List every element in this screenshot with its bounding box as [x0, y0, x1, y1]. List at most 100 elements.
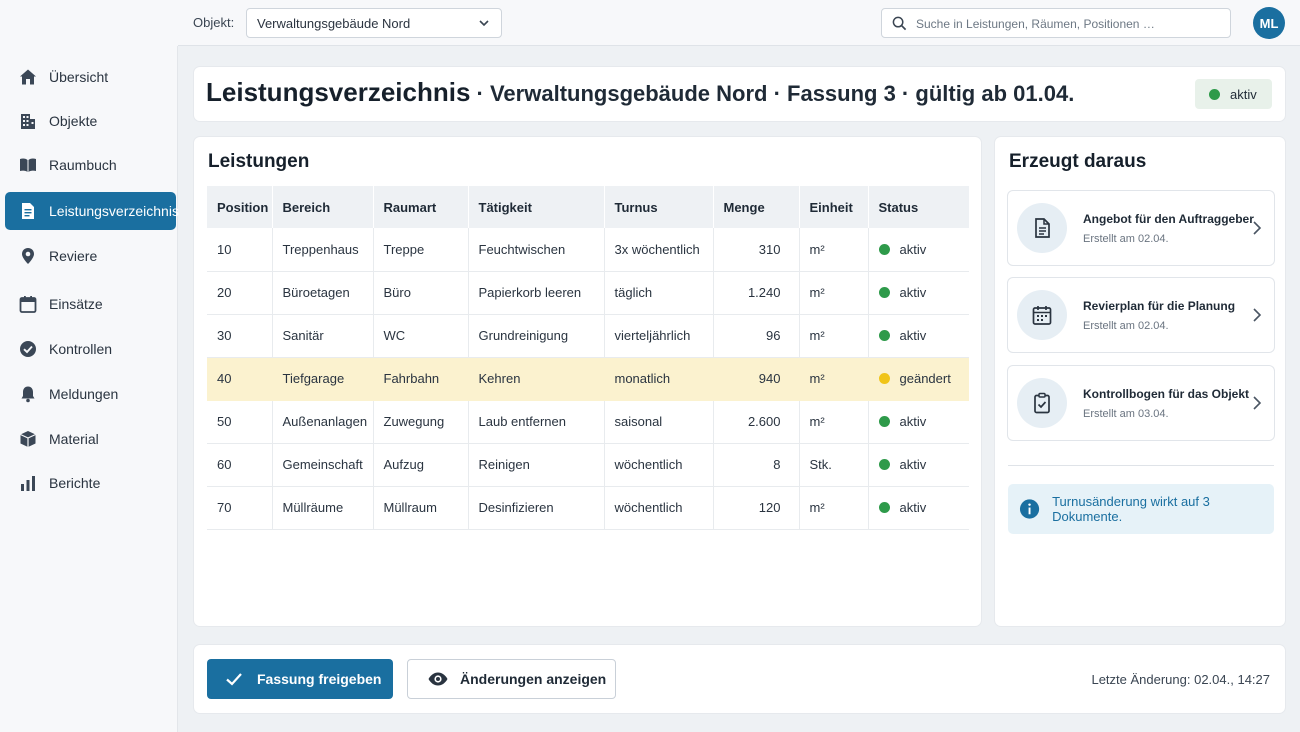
cell-taetigkeit: Feuchtwischen: [468, 228, 605, 272]
column-header-einheit[interactable]: Einheit: [799, 186, 869, 228]
release-version-button[interactable]: Fassung freigeben: [207, 659, 393, 699]
sidebar-item-meldungen[interactable]: Meldungen: [5, 375, 176, 413]
generated-document-revierplan[interactable]: Revierplan für die Planung Erstellt am 0…: [1008, 278, 1274, 352]
table-row[interactable]: 20 Büroetagen Büro Papierkorb leeren täglich…: [207, 271, 969, 315]
document-date: Erstellt am 03.04.: [1083, 408, 1169, 420]
table-row[interactable]: 50 Außenanlagen Zuwegung Laub entfernen sais…: [207, 400, 969, 444]
status-dot: [878, 287, 890, 298]
sidebar: Übersicht Objekte Raumbuch Leistungsverz…: [0, 46, 179, 732]
column-header-position[interactable]: Position: [207, 186, 273, 228]
table-row[interactable]: 10 Treppenhaus Treppe Feuchtwischen 3x wöche…: [207, 228, 969, 272]
building-icon: [18, 111, 38, 131]
table-row[interactable]: 40 Tiefgarage Fahrbahn Kehren monatlich 940 m²…: [207, 357, 969, 401]
cell-status: aktiv: [868, 400, 969, 444]
document-title: Angebot für den Auftraggeber: [1083, 212, 1254, 226]
cell-raumart: Aufzug: [373, 443, 469, 487]
document-icon: [18, 201, 38, 221]
column-header-status[interactable]: Status: [868, 186, 969, 228]
cell-einheit: m²: [799, 400, 869, 444]
sidebar-item-einsaetze[interactable]: Einsätze: [5, 285, 176, 323]
column-header-taetigkeit[interactable]: Tätigkeit: [468, 186, 605, 228]
status-label: aktiv: [899, 457, 927, 472]
cell-menge: 96: [713, 314, 800, 358]
table-row[interactable]: 60 Gemeinschaft Aufzug Reinigen wöchentlich 8…: [207, 443, 969, 487]
cell-einheit: m²: [799, 228, 869, 272]
bar-chart-icon: [18, 473, 38, 493]
column-header-turnus[interactable]: Turnus: [604, 186, 714, 228]
location-pin-icon: [18, 246, 38, 266]
check-circle-icon: [18, 339, 38, 359]
cell-menge: 940: [713, 357, 800, 401]
cell-menge: 310: [713, 228, 800, 272]
cell-bereich: Büroetagen: [272, 271, 374, 315]
show-changes-button[interactable]: Änderungen anzeigen: [407, 659, 616, 699]
cell-taetigkeit: Kehren: [468, 357, 605, 401]
column-header-menge[interactable]: Menge: [713, 186, 800, 228]
cell-raumart: Treppe: [373, 228, 469, 272]
cell-raumart: Fahrbahn: [373, 357, 469, 401]
cell-einheit: m²: [799, 357, 869, 401]
generated-card: Erzeugt daraus Angebot für den Auftragge…: [995, 137, 1285, 626]
cell-bereich: Tiefgarage: [272, 357, 374, 401]
status-dot: [878, 502, 890, 513]
cell-status: aktiv: [868, 314, 969, 358]
table-header-row: Position Bereich Raumart Tätigkeit Turnu…: [207, 186, 969, 228]
search-input[interactable]: [916, 14, 1216, 34]
sidebar-item-label: Leistungsverzeichnis: [49, 203, 179, 219]
cell-raumart: WC: [373, 314, 469, 358]
cell-position: 20: [207, 271, 273, 315]
cell-bereich: Sanitär: [272, 314, 374, 358]
generated-document-kontrollbogen[interactable]: Kontrollbogen für das Objekt Erstellt am…: [1008, 366, 1274, 440]
box-icon: [18, 429, 38, 449]
sidebar-item-raumbuch[interactable]: Raumbuch: [5, 146, 176, 184]
object-label: Objekt:: [193, 15, 235, 30]
chevron-right-icon: [1253, 221, 1262, 235]
sidebar-item-leistungsverzeichnis[interactable]: Leistungsverzeichnis: [5, 192, 179, 230]
status-dot: [878, 459, 890, 470]
generated-document-angebot[interactable]: Angebot für den Auftraggeber Erstellt am…: [1008, 191, 1274, 265]
search-box[interactable]: [881, 8, 1231, 38]
document-date: Erstellt am 02.04.: [1083, 320, 1169, 332]
divider: [1008, 465, 1274, 466]
sidebar-item-label: Objekte: [49, 113, 98, 129]
cell-position: 70: [207, 486, 273, 530]
sidebar-item-label: Material: [49, 431, 99, 447]
cell-position: 30: [207, 314, 273, 358]
sidebar-item-label: Berichte: [49, 475, 101, 491]
status-badge-label: aktiv: [1230, 86, 1257, 102]
sidebar-item-objekte[interactable]: Objekte: [5, 102, 176, 140]
cell-status: geändert: [868, 357, 969, 401]
cell-status: aktiv: [868, 486, 969, 530]
sidebar-item-uebersicht[interactable]: Übersicht: [5, 58, 176, 96]
search-icon: [892, 16, 907, 31]
object-select[interactable]: Verwaltungsgebäude Nord: [246, 8, 502, 38]
page-title-sub: · Verwaltungsgebäude Nord · Fassung 3 · …: [470, 81, 1075, 106]
checkmark-icon: [226, 673, 242, 686]
info-text: Turnusänderung wirkt auf 3 Dokumente.: [1052, 494, 1210, 524]
column-header-raumart[interactable]: Raumart: [373, 186, 469, 228]
info-icon: [1019, 499, 1040, 519]
cell-taetigkeit: Laub entfernen: [468, 400, 605, 444]
avatar[interactable]: ML: [1253, 7, 1285, 39]
column-header-bereich[interactable]: Bereich: [272, 186, 374, 228]
sidebar-item-reviere[interactable]: Reviere: [5, 237, 176, 275]
cell-einheit: Stk.: [799, 443, 869, 487]
sidebar-item-kontrollen[interactable]: Kontrollen: [5, 330, 176, 368]
table-row[interactable]: 30 Sanitär WC Grundreinigung vierteljährlich…: [207, 314, 969, 358]
page-title: Leistungsverzeichnis · Verwaltungsgebäud…: [206, 77, 1074, 108]
chevron-right-icon: [1253, 308, 1262, 322]
sidebar-item-label: Kontrollen: [49, 341, 113, 357]
sidebar-item-berichte[interactable]: Berichte: [5, 464, 176, 502]
book-icon: [18, 155, 38, 175]
cell-bereich: Außenanlagen: [272, 400, 374, 444]
sidebar-item-material[interactable]: Material: [5, 420, 176, 458]
topbar-sidebar-area: [0, 0, 178, 46]
action-bar: Fassung freigeben Änderungen anzeigen Le…: [194, 645, 1285, 713]
table-row[interactable]: 70 Müllräume Müllraum Desinfizieren wöchentl…: [207, 486, 969, 530]
cell-einheit: m²: [799, 271, 869, 315]
cell-status: aktiv: [868, 271, 969, 315]
cell-raumart: Zuwegung: [373, 400, 469, 444]
cell-turnus: vierteljährlich: [604, 314, 714, 358]
page-title-main: Leistungsverzeichnis: [206, 77, 471, 107]
cell-einheit: m²: [799, 314, 869, 358]
